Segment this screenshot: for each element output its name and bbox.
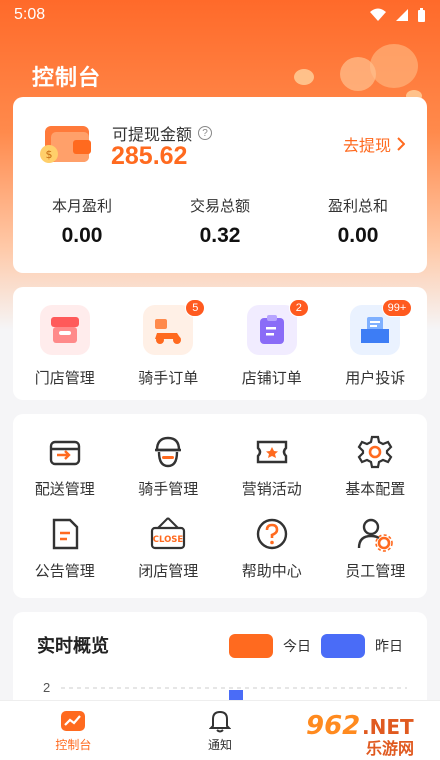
watermark-text: 乐游网 [366, 739, 414, 758]
page-title: 控制台 [32, 65, 102, 90]
tab-label: 控制台 [55, 737, 92, 752]
stat-label: 盈利总和 [327, 198, 388, 215]
marketing-button[interactable]: 营销活动 [220, 434, 324, 516]
stat-total-transactions: 交易总额 0.32 [151, 195, 289, 248]
menu-label: 帮助中心 [241, 563, 302, 580]
gear-icon [357, 435, 393, 469]
close-sign-text: CLOSE [153, 535, 184, 545]
watermark-logo: 962 .NET 乐游网 [306, 711, 414, 758]
stat-label: 交易总额 [189, 198, 250, 215]
coins-decoration-icon [294, 44, 422, 102]
staff-gear-icon [358, 518, 394, 552]
stat-label: 本月盈利 [51, 198, 112, 215]
announcements-button[interactable]: 公告管理 [13, 516, 117, 598]
order-label: 骑手订单 [138, 370, 199, 387]
delivery-box-icon [49, 440, 80, 466]
order-label: 门店管理 [34, 370, 95, 387]
withdraw-label: 去提现 [342, 138, 391, 155]
help-center-button[interactable]: 帮助中心 [220, 516, 324, 598]
staff-management-button[interactable]: 员工管理 [324, 516, 428, 598]
mail-tray-icon: 99+ [350, 299, 413, 355]
signal-icon [396, 9, 408, 21]
delivery-management-button[interactable]: 配送管理 [13, 434, 117, 516]
badge: 99+ [381, 299, 413, 317]
store-management-button[interactable]: 门店管理 [13, 305, 117, 400]
menu-label: 公告管理 [34, 563, 95, 580]
store-closing-button[interactable]: CLOSE 闭店管理 [117, 516, 221, 598]
document-icon [52, 518, 78, 550]
stat-value: 0.00 [337, 224, 379, 247]
legend-label-yesterday: 昨日 [375, 638, 403, 654]
badge: 2 [288, 299, 309, 317]
tab-notifications[interactable]: 通知 [147, 701, 294, 760]
chart-legend: 今日 昨日 [229, 634, 403, 658]
order-label: 店铺订单 [241, 370, 302, 387]
user-complaints-button[interactable]: 99+ 用户投诉 [324, 299, 428, 400]
rider-orders-button[interactable]: 5 骑手订单 [117, 299, 221, 400]
balance-card: $ 可提现金额 ? 285.62 去提现 本月盈利 0.00 交易总额 0.32… [13, 97, 427, 273]
wallet-icon: $ [40, 126, 91, 163]
status-time: 5:08 [14, 6, 46, 23]
store-icon [39, 305, 90, 355]
basic-settings-button[interactable]: 基本配置 [324, 434, 428, 516]
scooter-icon: 5 [143, 299, 206, 355]
menu-label: 基本配置 [345, 481, 406, 498]
stat-total-profit: 盈利总和 0.00 [289, 195, 427, 248]
legend-swatch-today [229, 634, 273, 658]
menu-row: 公告管理 CLOSE 闭店管理 帮助中心 员工管理 [13, 516, 427, 598]
stats-row: 本月盈利 0.00 交易总额 0.32 盈利总和 0.00 [13, 195, 427, 248]
watermark-suffix: .NET [362, 715, 414, 739]
tab-dashboard[interactable]: 控制台 [0, 701, 147, 760]
menu-label: 闭店管理 [138, 563, 199, 580]
menu-row: 配送管理 骑手管理 营销活动 基本配置 [13, 434, 427, 516]
stat-value: 0.32 [199, 224, 241, 247]
status-bar: 5:08 [0, 0, 440, 30]
close-sign-icon: CLOSE [151, 517, 186, 550]
battery-icon [418, 7, 425, 22]
y-tick-label: 2 [43, 680, 50, 695]
menu-card: 配送管理 骑手管理 营销活动 基本配置 公告管理 CLOSE 闭店管理 帮助中心 [13, 414, 427, 598]
menu-label: 配送管理 [34, 481, 95, 498]
balance-amount: 285.62 [111, 142, 188, 170]
rider-management-button[interactable]: 骑手管理 [117, 434, 221, 516]
bell-icon [209, 710, 231, 732]
withdraw-button[interactable]: 去提现 [343, 132, 405, 156]
legend-swatch-yesterday [321, 634, 365, 658]
watermark-number: 962 [306, 711, 360, 741]
tab-label: 通知 [208, 737, 233, 752]
help-icon[interactable]: ? [198, 126, 213, 140]
chevron-right-icon [397, 137, 405, 151]
ticket-icon [256, 440, 287, 464]
svg-text:$: $ [46, 148, 53, 161]
status-icons [369, 7, 426, 23]
menu-label: 员工管理 [345, 563, 406, 580]
stat-monthly-profit: 本月盈利 0.00 [13, 195, 151, 248]
order-label: 用户投诉 [345, 370, 406, 387]
clipboard-icon: 2 [246, 299, 309, 355]
rider-icon [155, 436, 182, 468]
stat-value: 0.00 [61, 224, 103, 247]
legend-label-today: 今日 [283, 638, 311, 654]
menu-label: 骑手管理 [138, 481, 199, 498]
shop-orders-button[interactable]: 2 店铺订单 [220, 299, 324, 400]
menu-label: 营销活动 [241, 481, 302, 498]
help-circle-icon [256, 518, 287, 550]
wifi-icon [370, 8, 386, 21]
orders-card: 门店管理 5 骑手订单 2 店铺订单 99+ 用户投诉 [13, 287, 427, 400]
badge: 5 [185, 299, 206, 317]
dashboard-icon [61, 710, 86, 731]
